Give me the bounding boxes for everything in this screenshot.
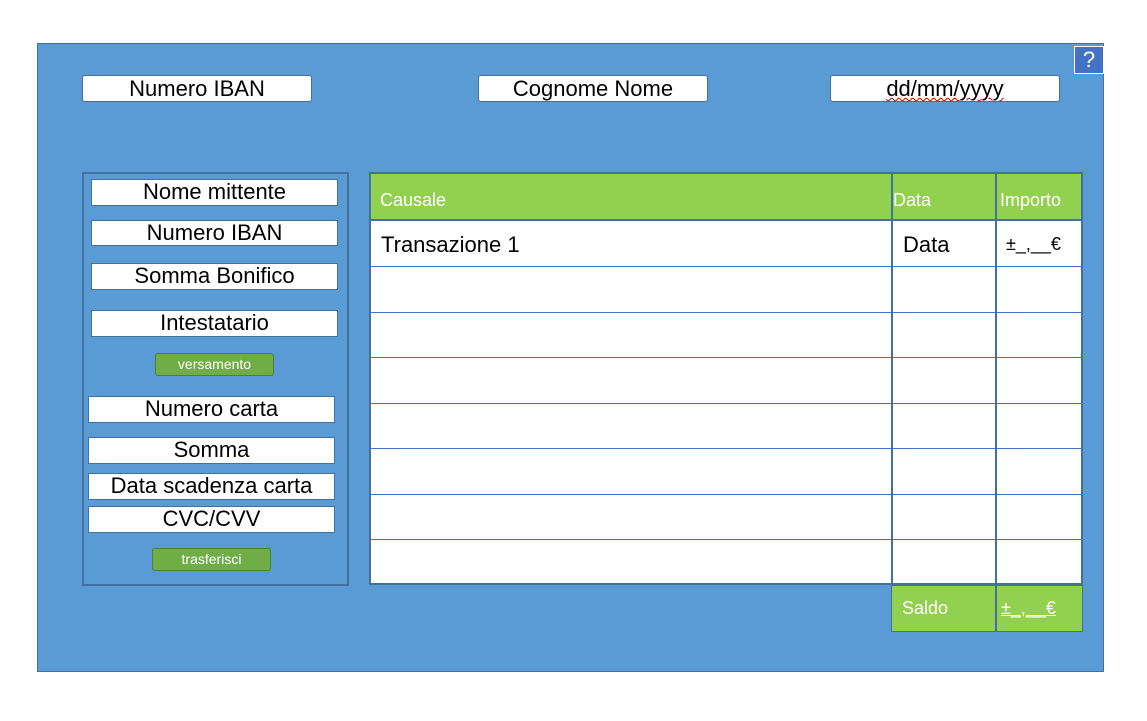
- date-field-text: dd/mm/yyyy: [886, 76, 1004, 101]
- row-divider: [371, 312, 1081, 313]
- sender-iban-field[interactable]: Numero IBAN: [91, 220, 338, 246]
- column-divider: [891, 174, 893, 583]
- balance-box: Saldo ±_,__€: [891, 585, 1083, 632]
- iban-field[interactable]: Numero IBAN: [82, 75, 312, 102]
- column-header-data: Data: [893, 190, 932, 210]
- cvc-field[interactable]: CVC/CVV: [88, 506, 335, 533]
- header-divider: [371, 219, 1081, 221]
- column-header-causale: Causale: [380, 190, 447, 210]
- card-expiry-field[interactable]: Data scadenza carta: [88, 473, 335, 500]
- row-1-data: Data: [903, 232, 950, 257]
- help-button[interactable]: ?: [1074, 46, 1104, 74]
- name-field[interactable]: Cognome Nome: [478, 75, 708, 102]
- row-divider: [371, 357, 1081, 358]
- transactions-table: Causale Data Importo Transazione 1 Data …: [369, 172, 1083, 585]
- row-divider: [371, 448, 1081, 449]
- row-1-causale: Transazione 1: [381, 232, 520, 257]
- card-amount-field[interactable]: Somma: [88, 437, 335, 464]
- account-holder-field[interactable]: Intestatario: [91, 310, 338, 337]
- balance-divider: [995, 586, 997, 631]
- column-divider: [995, 174, 997, 583]
- balance-label: Saldo: [902, 598, 949, 618]
- row-divider: [371, 494, 1081, 495]
- balance-value: ±_,__€: [1001, 598, 1056, 618]
- column-header-importo: Importo: [1000, 190, 1062, 210]
- row-1-importo: ±_,__€: [1006, 234, 1061, 254]
- sender-name-field[interactable]: Nome mittente: [91, 179, 338, 206]
- row-divider: [371, 539, 1081, 540]
- row-divider: [371, 266, 1081, 267]
- transfer-amount-field[interactable]: Somma Bonifico: [91, 263, 338, 290]
- deposit-button[interactable]: versamento: [155, 353, 274, 376]
- table-header: Causale Data Importo: [371, 174, 1081, 220]
- date-field[interactable]: dd/mm/yyyy: [830, 75, 1060, 102]
- transfer-button[interactable]: trasferisci: [152, 548, 271, 571]
- card-number-field[interactable]: Numero carta: [88, 396, 335, 423]
- row-divider: [371, 403, 1081, 404]
